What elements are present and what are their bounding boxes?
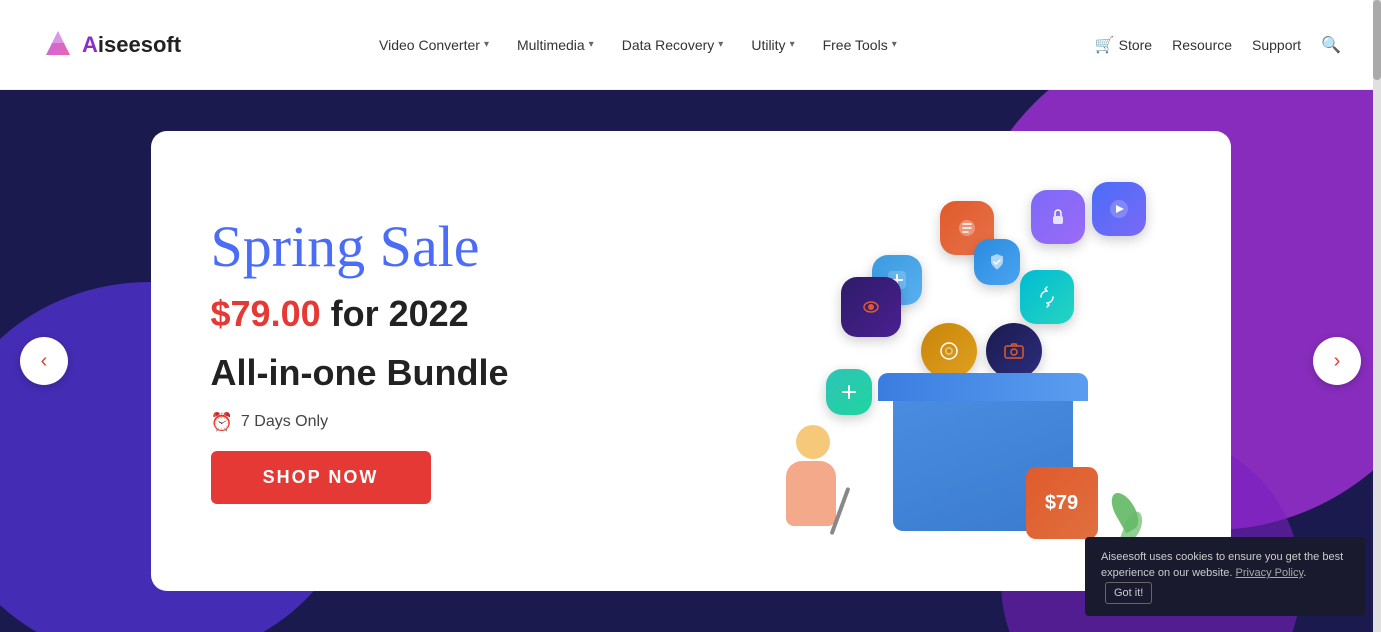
nav-store[interactable]: 🛒 Store — [1095, 35, 1152, 55]
app-icon-2 — [1031, 190, 1085, 244]
character — [786, 425, 842, 536]
hero-illustration: $79 — [711, 131, 1231, 591]
nav-free-tools[interactable]: Free Tools ▾ — [823, 37, 897, 53]
shop-now-button[interactable]: SHOP NOW — [211, 451, 431, 504]
chevron-down-icon: ▾ — [484, 39, 489, 50]
nav-right: 🛒 Store Resource Support 🔍 — [1095, 35, 1341, 55]
chevron-down-icon: ▾ — [718, 39, 723, 50]
prev-arrow[interactable]: ‹ — [20, 337, 68, 385]
logo[interactable]: Aiseesoft — [40, 27, 181, 63]
chevron-down-icon: ▾ — [790, 39, 795, 50]
main-nav: Video Converter ▾ Multimedia ▾ Data Reco… — [379, 37, 897, 53]
logo-text: Aiseesoft — [82, 32, 181, 58]
price-tag: $79 — [1026, 467, 1098, 539]
cookie-message: Aiseesoft uses cookies to ensure you get… — [1101, 551, 1343, 580]
price-line: $79.00 for 2022 — [211, 294, 651, 334]
box-scene: $79 — [781, 171, 1161, 551]
open-box: $79 — [893, 373, 1088, 531]
app-icon-10 — [826, 369, 872, 415]
leaf-decoration — [1115, 491, 1141, 541]
days-text: 7 Days Only — [241, 413, 328, 431]
logo-icon — [40, 27, 76, 63]
nav-video-converter[interactable]: Video Converter ▾ — [379, 37, 489, 53]
chevron-down-icon: ▾ — [892, 39, 897, 50]
bundle-line: All-in-one Bundle — [211, 352, 651, 394]
scrollbar[interactable] — [1373, 0, 1381, 632]
search-icon[interactable]: 🔍 — [1321, 35, 1341, 55]
app-icon-6 — [1020, 270, 1074, 324]
price-value: $79.00 — [211, 293, 321, 334]
hero-section: ‹ Spring Sale $79.00 for 2022 All-in-one… — [0, 90, 1381, 632]
hero-card: Spring Sale $79.00 for 2022 All-in-one B… — [151, 131, 1231, 591]
cookie-banner: Aiseesoft uses cookies to ensure you get… — [1085, 537, 1365, 617]
privacy-policy-link[interactable]: Privacy Policy — [1236, 567, 1304, 579]
got-it-button[interactable]: Got it! — [1105, 582, 1152, 605]
box-body: $79 — [893, 401, 1073, 531]
cart-icon: 🛒 — [1095, 35, 1115, 55]
days-line: ⏰ 7 Days Only — [211, 412, 651, 433]
hero-text: Spring Sale $79.00 for 2022 All-in-one B… — [151, 178, 711, 544]
header: Aiseesoft Video Converter ▾ Multimedia ▾… — [0, 0, 1381, 90]
nav-support[interactable]: Support — [1252, 37, 1301, 53]
app-icon-9 — [1092, 182, 1146, 236]
nav-resource[interactable]: Resource — [1172, 37, 1232, 53]
chevron-down-icon: ▾ — [589, 39, 594, 50]
nav-utility[interactable]: Utility ▾ — [751, 37, 794, 53]
app-icon-5 — [974, 239, 1020, 285]
box-lid — [878, 373, 1088, 401]
clock-icon: ⏰ — [211, 412, 233, 433]
scrollbar-thumb[interactable] — [1373, 0, 1381, 80]
app-icon-4 — [841, 277, 901, 337]
next-arrow[interactable]: › — [1313, 337, 1361, 385]
spring-sale-title: Spring Sale — [211, 218, 651, 276]
nav-multimedia[interactable]: Multimedia ▾ — [517, 37, 594, 53]
app-icon-8 — [986, 323, 1042, 379]
nav-data-recovery[interactable]: Data Recovery ▾ — [622, 37, 724, 53]
app-icon-7 — [921, 323, 977, 379]
price-text: for 2022 — [331, 293, 469, 334]
